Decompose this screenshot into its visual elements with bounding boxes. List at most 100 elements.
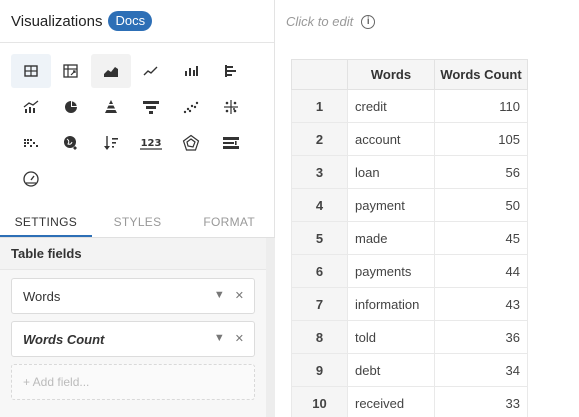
viz-area-chart-button[interactable] xyxy=(91,54,131,88)
viz-line-chart-button[interactable] xyxy=(131,54,171,88)
viz-sort-chart-button[interactable] xyxy=(91,126,131,160)
data-table: Words Words Count 1 credit 110 2 account 105 3… xyxy=(291,59,528,417)
viz-heatmap-button[interactable] xyxy=(11,126,51,160)
table-row: 9 debt 34 xyxy=(291,353,528,387)
scatter-chart-icon xyxy=(183,101,199,114)
word-cell: loan xyxy=(347,155,435,189)
table-row: 4 payment 50 xyxy=(291,188,528,222)
viz-row xyxy=(11,90,267,126)
viz-bullet-chart-button[interactable] xyxy=(211,126,251,160)
count-cell: 43 xyxy=(434,287,528,321)
tab-format[interactable]: FORMAT xyxy=(183,207,275,237)
app-root: Visualizations Docs 123 SETTINGS STYLES … xyxy=(0,0,579,417)
geo-map-icon xyxy=(64,136,77,150)
viz-pie-chart-button[interactable] xyxy=(51,90,91,124)
table-fields-title: Table fields xyxy=(0,238,266,270)
bar-chart-icon xyxy=(185,66,198,76)
viz-table-button[interactable] xyxy=(11,54,51,88)
preview-panel: Click to edit i Words Words Count 1 credi… xyxy=(276,0,579,417)
viz-bar-chart-button[interactable] xyxy=(171,54,211,88)
field-label: Words xyxy=(23,288,61,304)
viz-gauge-button[interactable] xyxy=(11,162,51,196)
row-index-cell: 8 xyxy=(291,320,348,354)
viz-row: 123 xyxy=(11,126,267,162)
row-index-cell: 1 xyxy=(291,89,348,123)
row-index-cell: 10 xyxy=(291,386,348,417)
field-controls: ▼ ✕ xyxy=(214,289,244,302)
index-header xyxy=(291,59,348,90)
field-item[interactable]: Words ▼ ✕ xyxy=(11,278,255,314)
gauge-icon xyxy=(23,171,39,187)
viz-combo-chart-button[interactable] xyxy=(11,90,51,124)
count-cell: 105 xyxy=(434,122,528,156)
row-index-cell: 9 xyxy=(291,353,348,387)
pie-chart-icon xyxy=(65,101,77,113)
field-controls: ▼ ✕ xyxy=(214,332,244,345)
line-chart-icon xyxy=(143,66,158,76)
scrollbar[interactable] xyxy=(266,238,275,417)
number-icon: 123 xyxy=(140,138,162,150)
bullet-chart-icon xyxy=(223,137,239,149)
panel-header: Visualizations Docs xyxy=(0,0,274,43)
row-index-cell: 5 xyxy=(291,221,348,255)
word-cell: debt xyxy=(347,353,435,387)
table-row: 1 credit 110 xyxy=(291,89,528,123)
viz-pivot-table-button[interactable] xyxy=(51,54,91,88)
viz-scatter-chart-button[interactable] xyxy=(171,90,211,124)
table-row: 7 information 43 xyxy=(291,287,528,321)
chevron-down-icon[interactable]: ▼ xyxy=(214,332,225,345)
close-icon[interactable]: ✕ xyxy=(235,289,244,302)
count-cell: 50 xyxy=(434,188,528,222)
tab-styles[interactable]: STYLES xyxy=(92,207,184,237)
info-icon[interactable]: i xyxy=(361,14,376,29)
svg-text:123: 123 xyxy=(141,138,162,149)
chevron-down-icon[interactable]: ▼ xyxy=(214,289,225,302)
table-row: 2 account 105 xyxy=(291,122,528,156)
panel-title: Visualizations xyxy=(11,12,103,30)
pivot-table-icon xyxy=(63,64,78,78)
horizontal-bar-chart-icon xyxy=(225,65,236,77)
viz-pyramid-chart-button[interactable] xyxy=(91,90,131,124)
visualization-type-grid: 123 xyxy=(11,54,267,198)
word-cell: made xyxy=(347,221,435,255)
table-row: 10 received 33 xyxy=(291,386,528,417)
close-icon[interactable]: ✕ xyxy=(235,332,244,345)
count-cell: 45 xyxy=(434,221,528,255)
table-header-row: Words Words Count xyxy=(291,59,528,90)
word-cell: information xyxy=(347,287,435,321)
count-cell: 36 xyxy=(434,320,528,354)
funnel-chart-icon xyxy=(143,101,159,114)
table-icon xyxy=(24,65,38,77)
preview-header: Click to edit i xyxy=(276,0,579,43)
sort-chart-icon xyxy=(104,136,118,150)
word-cell: payments xyxy=(347,254,435,288)
viz-funnel-chart-button[interactable] xyxy=(131,90,171,124)
field-item[interactable]: Words Count ▼ ✕ xyxy=(11,321,255,357)
row-index-cell: 3 xyxy=(291,155,348,189)
visualizations-panel: Visualizations Docs 123 SETTINGS STYLES … xyxy=(0,0,275,417)
count-cell: 56 xyxy=(434,155,528,189)
row-index-cell: 2 xyxy=(291,122,348,156)
viz-radar-chart-button[interactable] xyxy=(171,126,211,160)
words-count-header[interactable]: Words Count xyxy=(434,59,528,90)
add-field-input[interactable]: + Add field... xyxy=(11,364,255,400)
table-row: 3 loan 56 xyxy=(291,155,528,189)
click-to-edit-label[interactable]: Click to edit xyxy=(286,14,353,29)
word-cell: received xyxy=(347,386,435,417)
count-cell: 34 xyxy=(434,353,528,387)
docs-button[interactable]: Docs xyxy=(108,11,153,31)
viz-number-button[interactable]: 123 xyxy=(131,126,171,160)
word-cell: payment xyxy=(347,188,435,222)
row-index-cell: 6 xyxy=(291,254,348,288)
pivot-grid-icon xyxy=(224,100,238,114)
viz-pivot-grid-button[interactable] xyxy=(211,90,251,124)
words-header[interactable]: Words xyxy=(347,59,435,90)
tab-settings[interactable]: SETTINGS xyxy=(0,207,92,237)
count-cell: 44 xyxy=(434,254,528,288)
area-chart-icon xyxy=(104,67,118,77)
table-row: 6 payments 44 xyxy=(291,254,528,288)
viz-geo-map-button[interactable] xyxy=(51,126,91,160)
panel-tabs: SETTINGS STYLES FORMAT xyxy=(0,207,275,238)
viz-horizontal-bar-button[interactable] xyxy=(211,54,251,88)
heatmap-icon xyxy=(24,139,38,147)
